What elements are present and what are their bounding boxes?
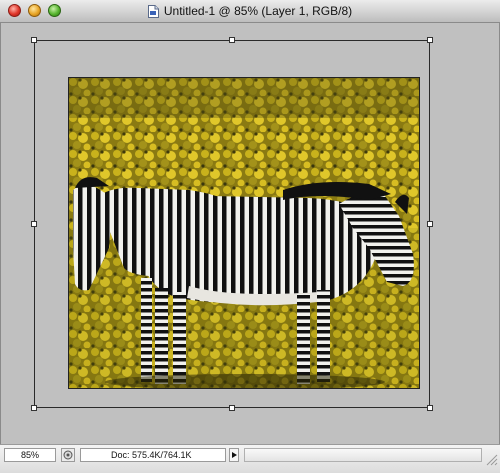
canvas-area[interactable] xyxy=(0,23,500,444)
transform-handle-middle-right[interactable] xyxy=(427,221,433,227)
title-bar[interactable]: Untitled-1 @ 85% (Layer 1, RGB/8) xyxy=(0,0,500,23)
document-icon xyxy=(147,4,159,18)
horizontal-scrollbar[interactable] xyxy=(244,448,482,462)
transform-handle-bottom-right[interactable] xyxy=(427,405,433,411)
title-wrap: Untitled-1 @ 85% (Layer 1, RGB/8) xyxy=(0,0,500,22)
transform-handle-bottom-left[interactable] xyxy=(31,405,37,411)
zebra-photo-layer[interactable] xyxy=(68,77,420,389)
status-bar: 85% Doc: 575.4K/764.1K xyxy=(0,444,500,473)
document-window: Untitled-1 @ 85% (Layer 1, RGB/8) 85% Do… xyxy=(0,0,500,473)
transform-handle-bottom-center[interactable] xyxy=(229,405,235,411)
doc-size-info: Doc: 575.4K/764.1K xyxy=(80,448,226,462)
transform-handle-middle-left[interactable] xyxy=(31,221,37,227)
status-menu-arrow-icon[interactable] xyxy=(229,448,239,462)
zoom-level-field[interactable]: 85% xyxy=(4,448,56,462)
window-title: Untitled-1 @ 85% (Layer 1, RGB/8) xyxy=(163,4,353,18)
status-icon[interactable] xyxy=(61,448,75,462)
doc-size-text: Doc: 575.4K/764.1K xyxy=(111,450,192,460)
zoom-level-text: 85% xyxy=(20,450,39,460)
transform-handle-top-right[interactable] xyxy=(427,37,433,43)
resize-grip-icon[interactable] xyxy=(484,447,498,467)
transform-handle-top-center[interactable] xyxy=(229,37,235,43)
transform-handle-top-left[interactable] xyxy=(31,37,37,43)
